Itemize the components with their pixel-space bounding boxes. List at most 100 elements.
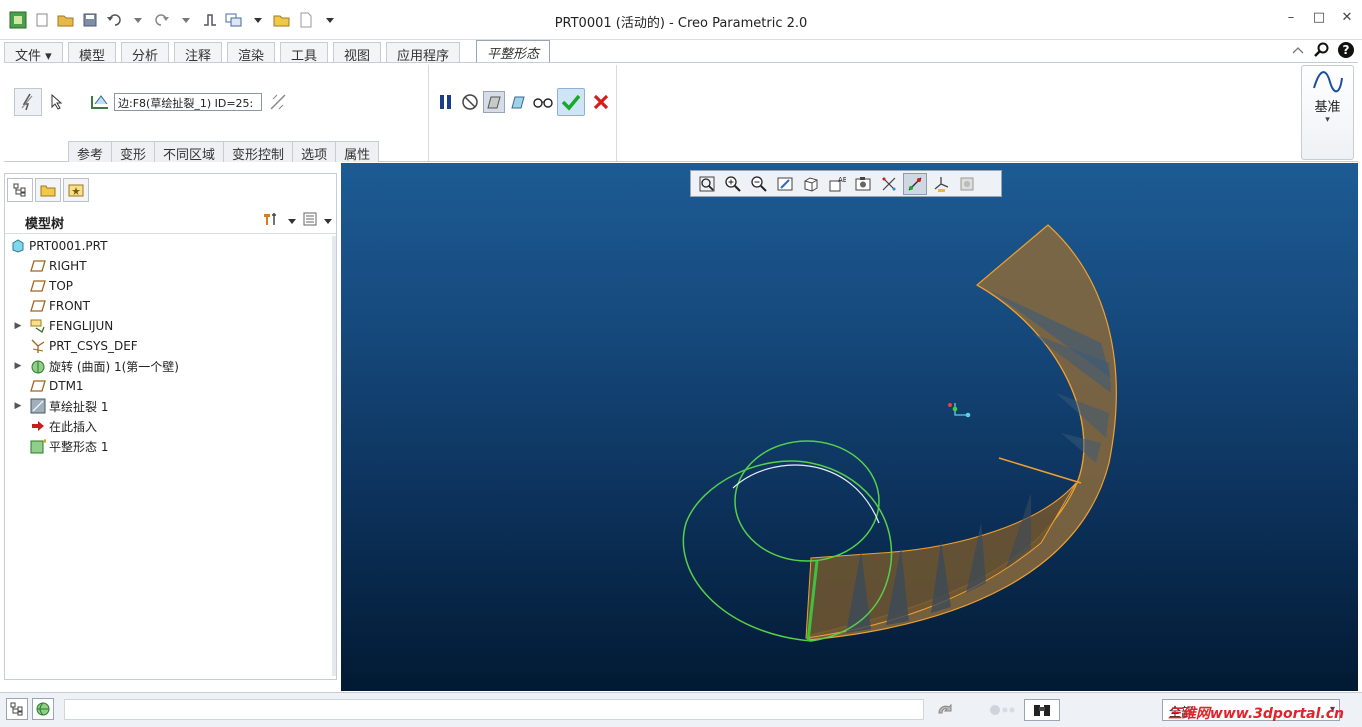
tree-item-revolve[interactable]: ▶ 旋转 (曲面) 1(第一个壁) [5, 356, 336, 376]
reference-collector-button[interactable] [14, 88, 42, 116]
select-arrow-icon[interactable] [48, 91, 66, 113]
datum-curve-icon [1312, 71, 1343, 93]
tree-item-insert-here[interactable]: 在此插入 [5, 416, 336, 436]
expand-arrow-icon[interactable]: ▶ [13, 361, 23, 371]
tree-item-label: DTM1 [49, 379, 84, 393]
tab-render[interactable]: 渲染 [227, 42, 276, 64]
panel-tabs [7, 178, 89, 202]
status-bar: 全部 ▾ 三维网www.3dportal.cn [0, 692, 1362, 727]
region-divider [998, 457, 1082, 484]
subtab-different-regions[interactable]: 不同区域 [154, 141, 225, 163]
tree-icon [10, 702, 23, 716]
tab-file[interactable]: 文件 ▾ [4, 42, 63, 64]
insert-here-icon [30, 418, 46, 434]
tab-applications[interactable]: 应用程序 [386, 42, 461, 64]
model-tree-scrollbar[interactable] [332, 236, 336, 676]
model-tree-tab[interactable] [7, 178, 33, 202]
reference-input[interactable]: 边:F8(草绘扯裂_1) ID=25: [114, 93, 262, 111]
datum-button[interactable]: 基准 ▾ [1301, 65, 1354, 160]
tab-flatten[interactable]: 平整形态 [476, 40, 551, 62]
expand-arrow-icon[interactable]: ▶ [13, 401, 23, 411]
tree-item-flatten[interactable]: 平整形态 1 [5, 436, 336, 456]
graphics-viewport[interactable]: AB [341, 163, 1358, 691]
subtab-references[interactable]: 参考 [68, 141, 113, 163]
window-controls: – □ ✕ [1282, 8, 1356, 26]
subtab-options[interactable]: 选项 [292, 141, 337, 163]
tree-item-label: TOP [49, 279, 74, 293]
geometry-preview-icon[interactable] [483, 91, 505, 113]
tree-item-label: PRT_CSYS_DEF [49, 339, 138, 353]
ribbon-separator [616, 65, 617, 161]
tree-settings-icon[interactable] [262, 211, 282, 230]
tree-settings-dropdown-icon[interactable] [288, 214, 296, 228]
ribbon-panel: 边:F8(草绘扯裂_1) ID=25: 参考 变形 不同区域 变形控制 选项 属… [4, 62, 1358, 163]
toggle-navigator-button[interactable] [6, 698, 28, 720]
minimize-ribbon-icon[interactable] [1290, 42, 1306, 58]
pause-icon[interactable] [436, 92, 456, 112]
no-preview-icon[interactable] [460, 92, 480, 112]
find-button[interactable] [1024, 699, 1060, 721]
tree-item-sketch-rip[interactable]: ▶ 草绘扯裂 1 [5, 396, 336, 416]
minimize-button[interactable]: – [1282, 8, 1300, 26]
folder-browser-tab[interactable] [35, 178, 61, 202]
tab-analysis[interactable]: 分析 [121, 42, 170, 64]
tab-model[interactable]: 模型 [68, 42, 117, 64]
edge-reference-icon [88, 90, 112, 114]
show-icon[interactable] [302, 211, 318, 230]
ribbon-tabs: 文件 ▾ 模型 分析 注释 渲染 工具 视图 应用程序 平整形态 ? [0, 40, 1362, 64]
window-title: PRT0001 (活动的) - Creo Parametric 2.0 [554, 16, 808, 31]
tab-view[interactable]: 视图 [333, 42, 382, 64]
tree-item-label: 草绘扯裂 1 [49, 399, 109, 414]
favorites-tab[interactable] [63, 178, 89, 202]
tab-annotate[interactable]: 注释 [174, 42, 223, 64]
model-tree-title: 模型树 [25, 217, 65, 232]
tab-tools[interactable]: 工具 [280, 42, 329, 64]
tree-item-label: RIGHT [49, 259, 87, 273]
subtab-deform-control[interactable]: 变形控制 [223, 141, 294, 163]
show-dropdown-icon[interactable] [324, 214, 332, 228]
globe-icon [36, 702, 50, 716]
close-button[interactable]: ✕ [1338, 8, 1356, 26]
inner-white-curve [732, 464, 880, 524]
model-tree-panel: 模型树 PRT0001.PRT RIGHT TOP FRONT ▶ FENGLI… [4, 173, 337, 680]
datum-plane-icon [30, 298, 46, 314]
regenerate-status-icon[interactable] [936, 701, 956, 722]
tree-item-top[interactable]: TOP [5, 276, 336, 296]
tree-item-right[interactable]: RIGHT [5, 256, 336, 276]
tree-item-fenglijun[interactable]: ▶ FENGLIJUN [5, 316, 336, 336]
sketch-icon [30, 318, 46, 334]
message-area [64, 699, 924, 720]
datum-label: 基准 [1314, 100, 1341, 115]
subtab-properties[interactable]: 属性 [335, 141, 380, 163]
tree-item-dtm1[interactable]: DTM1 [5, 376, 336, 396]
tree-item-label: 平整形态 1 [49, 439, 109, 454]
accept-button[interactable] [557, 88, 585, 116]
graphics-status-dots-icon [988, 703, 1018, 720]
toggle-browser-button[interactable] [32, 698, 54, 720]
model-tree: PRT0001.PRT RIGHT TOP FRONT ▶ FENGLIJUN … [5, 236, 336, 456]
search-icon[interactable] [1314, 42, 1330, 58]
revolve-icon [30, 358, 46, 374]
model-tree-tools [262, 211, 332, 230]
model-geometry [682, 224, 1117, 642]
subtab-deform[interactable]: 变形 [111, 141, 156, 163]
cancel-button[interactable] [590, 91, 612, 113]
flatten-icon [30, 438, 46, 454]
help-icon[interactable]: ? [1338, 42, 1354, 58]
part-icon [10, 238, 26, 254]
datum-plane-icon [30, 378, 46, 394]
ribbon-separator [428, 65, 429, 161]
flip-direction-icon[interactable] [268, 92, 288, 112]
verify-glasses-icon[interactable] [531, 92, 555, 112]
status-left-tools [6, 698, 54, 720]
datum-plane-icon [30, 278, 46, 294]
csys-icon [30, 338, 46, 354]
tree-item-csys[interactable]: PRT_CSYS_DEF [5, 336, 336, 356]
tree-item-front[interactable]: FRONT [5, 296, 336, 316]
tree-item-root[interactable]: PRT0001.PRT [5, 236, 336, 256]
tree-item-label: PRT0001.PRT [29, 239, 108, 253]
tree-icon [13, 183, 26, 197]
maximize-button[interactable]: □ [1310, 8, 1328, 26]
expand-arrow-icon[interactable]: ▶ [13, 321, 23, 331]
feature-preview-icon[interactable] [507, 91, 529, 113]
